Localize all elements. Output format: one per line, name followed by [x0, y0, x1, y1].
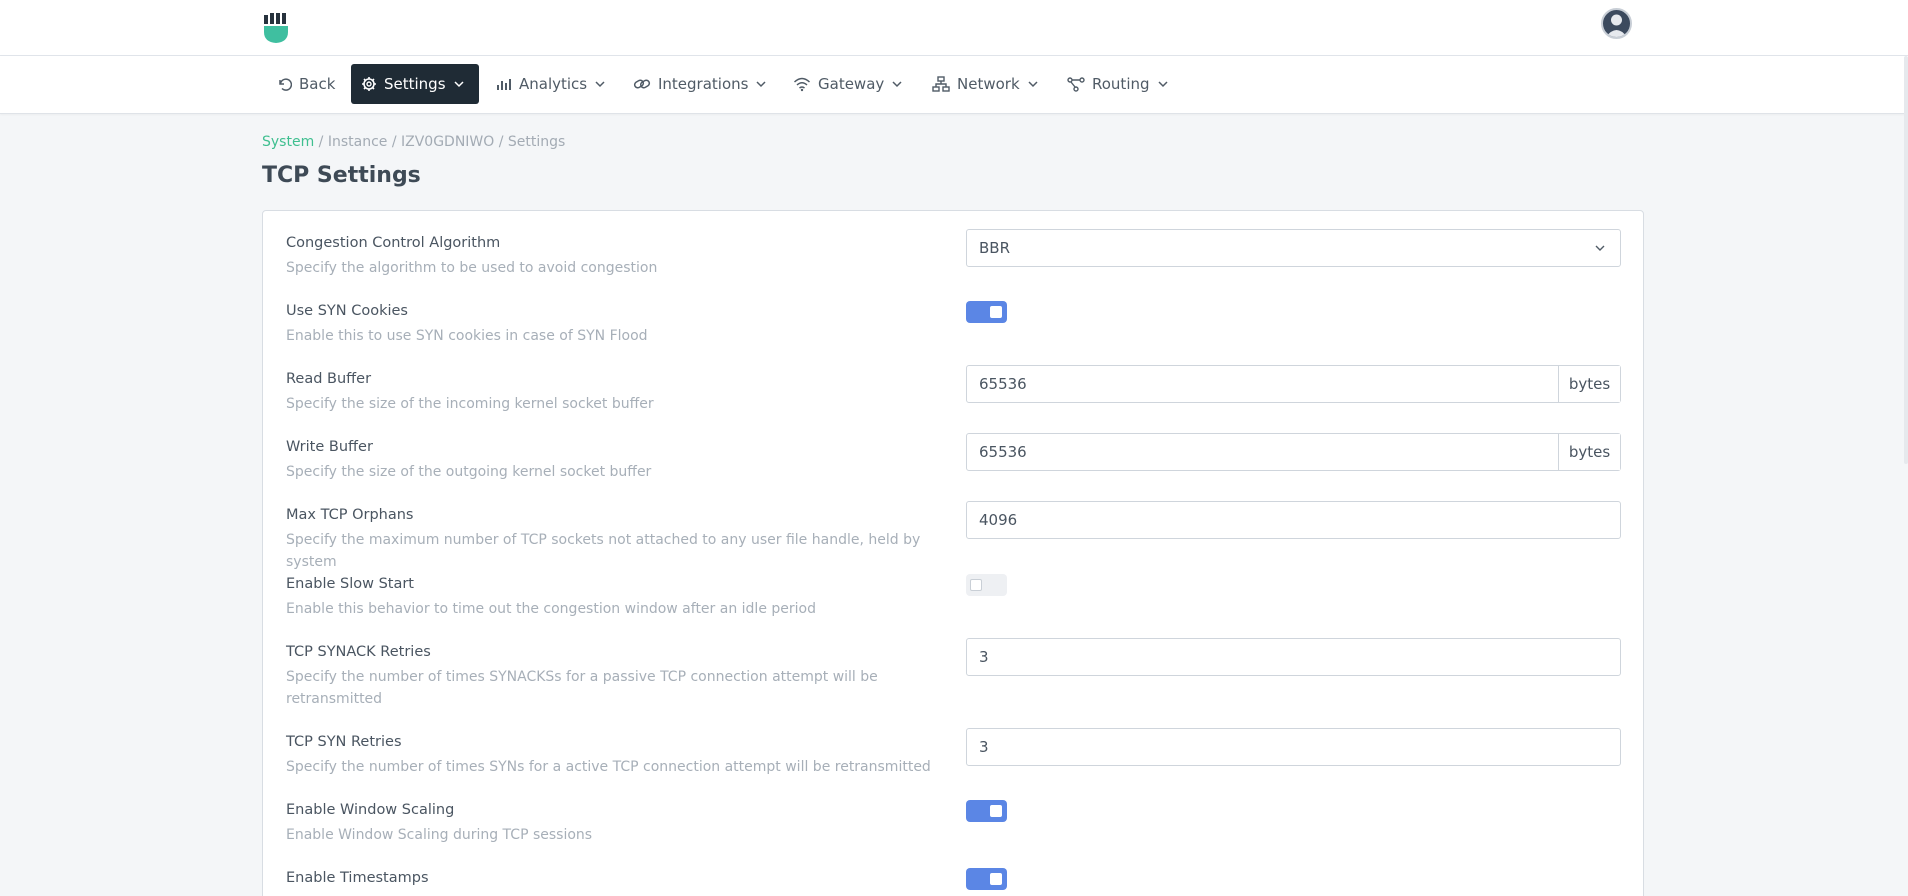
settings-card: Congestion Control Algorithm Specify the…	[262, 210, 1644, 896]
setting-description: Specify the maximum number of TCP socket…	[286, 532, 921, 570]
nav-integrations[interactable]: Integrations	[623, 64, 777, 104]
window-scaling-toggle[interactable]	[966, 800, 1007, 822]
setting-label: Enable Window Scaling	[286, 802, 455, 818]
setting-description: Specify the number of times SYNs for a a…	[286, 759, 931, 775]
chevron-down-icon	[1580, 242, 1620, 254]
routing-icon	[1067, 77, 1085, 92]
page-title: TCP Settings	[262, 163, 421, 188]
setting-description: Enable this to use SYN cookies in case o…	[286, 328, 648, 344]
nav-analytics[interactable]: Analytics	[486, 64, 616, 104]
setting-label: Max TCP Orphans	[286, 507, 414, 523]
unit-addon: bytes	[1558, 366, 1620, 402]
toggle-knob	[990, 873, 1002, 885]
select-value: BBR	[979, 239, 1011, 257]
nav-network[interactable]: Network	[922, 64, 1049, 104]
nav-routing-label: Routing	[1092, 75, 1150, 93]
setting-label: Enable Slow Start	[286, 576, 414, 592]
nav-gateway-label: Gateway	[818, 75, 885, 93]
toggle-knob	[990, 306, 1002, 318]
slow-start-toggle[interactable]	[966, 574, 1007, 596]
setting-description: Specify the algorithm to be used to avoi…	[286, 260, 658, 276]
breadcrumb-path: / Instance / IZV0GDNIWO / Settings	[314, 134, 566, 150]
chevron-down-icon	[454, 81, 464, 88]
user-avatar[interactable]	[1601, 8, 1632, 39]
top-bar	[0, 0, 1908, 56]
syn-retries-input[interactable]	[967, 729, 1620, 765]
setting-description: Specify the number of times SYNACKSs for…	[286, 669, 878, 707]
setting-label: Congestion Control Algorithm	[286, 235, 501, 251]
read-buffer-field: bytes	[966, 365, 1621, 403]
setting-description: Specify the size of the outgoing kernel …	[286, 464, 652, 480]
brand-logo-icon[interactable]	[262, 12, 292, 44]
user-icon	[1606, 14, 1627, 37]
gear-icon	[362, 77, 376, 91]
setting-label: Enable Timestamps	[286, 870, 429, 886]
breadcrumb: System / Instance / IZV0GDNIWO / Setting…	[262, 134, 565, 150]
read-buffer-input[interactable]	[967, 366, 1558, 402]
chevron-down-icon	[595, 81, 605, 88]
synack-retries-input[interactable]	[967, 639, 1620, 675]
network-icon	[932, 76, 950, 92]
chevron-down-icon	[1028, 81, 1038, 88]
setting-description: Enable Window Scaling during TCP session…	[286, 827, 593, 843]
chevron-down-icon	[1157, 81, 1168, 88]
link-icon	[633, 79, 651, 89]
setting-label: Use SYN Cookies	[286, 303, 408, 319]
setting-description: Specify the size of the incoming kernel …	[286, 396, 654, 412]
setting-label: TCP SYN Retries	[286, 734, 402, 750]
wifi-icon	[793, 77, 811, 92]
chevron-down-icon	[756, 81, 766, 88]
setting-label: Write Buffer	[286, 439, 373, 455]
nav-settings[interactable]: Settings	[351, 64, 479, 104]
nav-analytics-label: Analytics	[519, 75, 588, 93]
setting-label: Read Buffer	[286, 371, 372, 387]
unit-addon: bytes	[1558, 434, 1620, 470]
nav-integrations-label: Integrations	[658, 75, 749, 93]
max-orphans-field	[966, 501, 1621, 539]
undo-icon	[279, 78, 292, 91]
syn-retries-field	[966, 728, 1621, 766]
congestion-algorithm-select[interactable]: BBR	[966, 229, 1621, 267]
write-buffer-field: bytes	[966, 433, 1621, 471]
timestamps-toggle[interactable]	[966, 868, 1007, 890]
write-buffer-input[interactable]	[967, 434, 1558, 470]
breadcrumb-system-link[interactable]: System	[262, 134, 314, 150]
nav-back-label: Back	[299, 75, 336, 93]
chevron-down-icon	[892, 81, 902, 88]
main-nav: Back Settings Analytics Integrations Gat…	[0, 56, 1908, 114]
nav-routing[interactable]: Routing	[1057, 64, 1179, 104]
setting-description: Enable this behavior to time out the con…	[286, 601, 816, 617]
nav-gateway[interactable]: Gateway	[783, 64, 913, 104]
bar-chart-icon	[497, 79, 511, 90]
max-orphans-input[interactable]	[967, 502, 1620, 538]
toggle-knob	[990, 805, 1002, 817]
toggle-knob	[970, 579, 982, 591]
page-scrollbar[interactable]	[1904, 56, 1908, 464]
nav-settings-label: Settings	[384, 75, 446, 93]
setting-label: TCP SYNACK Retries	[286, 644, 431, 660]
nav-back[interactable]: Back	[266, 64, 345, 104]
nav-network-label: Network	[957, 75, 1020, 93]
synack-retries-field	[966, 638, 1621, 676]
syn-cookies-toggle[interactable]	[966, 301, 1007, 323]
